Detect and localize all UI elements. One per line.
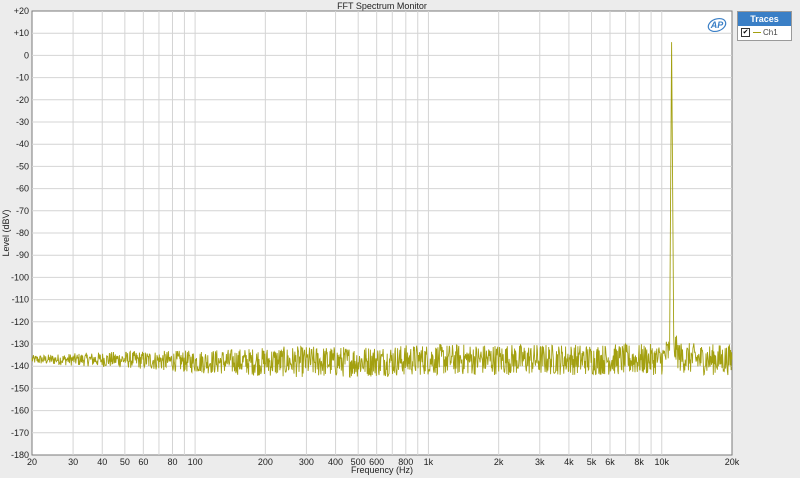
y-tick-label: -30	[16, 117, 29, 127]
x-tick-label: 300	[299, 457, 314, 467]
x-tick-label: 200	[258, 457, 273, 467]
grid-lines	[32, 11, 732, 455]
x-axis-label: Frequency (Hz)	[351, 465, 413, 475]
x-tick-label: 4k	[564, 457, 574, 467]
traces-panel: Traces ✔ Ch1	[737, 11, 792, 41]
x-tick-label: 60	[138, 457, 148, 467]
y-tick-label: 0	[24, 50, 29, 60]
x-tick-label: 2k	[494, 457, 504, 467]
y-tick-label: -120	[11, 317, 29, 327]
y-tick-label: -140	[11, 361, 29, 371]
y-tick-label: -110	[12, 295, 29, 305]
y-tick-label: -100	[11, 272, 29, 282]
y-tick-label: -60	[16, 184, 29, 194]
y-tick-label: -70	[16, 206, 29, 216]
x-tick-label: 40	[97, 457, 107, 467]
traces-header: Traces	[738, 12, 791, 26]
trace-color-swatch	[753, 32, 761, 33]
x-tick-label: 5k	[587, 457, 597, 467]
x-tick-label: 100	[188, 457, 203, 467]
x-tick-label: 20k	[725, 457, 740, 467]
x-tick-label: 1k	[424, 457, 434, 467]
trace-label: Ch1	[763, 28, 778, 37]
y-tick-label: -10	[16, 73, 29, 83]
x-tick-label: 20	[27, 457, 37, 467]
x-tick-label: 10k	[655, 457, 670, 467]
x-tick-label: 400	[328, 457, 343, 467]
x-tick-label: 50	[120, 457, 130, 467]
x-tick-label: 30	[68, 457, 78, 467]
y-tick-label: -130	[11, 339, 29, 349]
trace-item-ch1[interactable]: ✔ Ch1	[738, 26, 791, 39]
y-tick-label: +20	[14, 6, 29, 16]
y-tick-label: -50	[16, 161, 29, 171]
y-tick-label: -170	[11, 428, 29, 438]
y-tick-label: +10	[14, 28, 29, 38]
y-tick-labels: +20 +10 0 -10 -20 -30 -40 -50 -60 -70 -80 -90 -100 -1…	[11, 6, 29, 460]
chart-title: FFT Spectrum Monitor	[337, 1, 427, 11]
y-tick-label: -150	[11, 383, 29, 393]
x-tick-label: 6k	[605, 457, 615, 467]
y-tick-label: -90	[16, 250, 29, 260]
y-tick-label: -40	[16, 139, 29, 149]
y-tick-label: -160	[11, 406, 29, 416]
trace-checkbox[interactable]: ✔	[741, 28, 750, 37]
y-axis-label: Level (dBV)	[1, 209, 11, 256]
x-tick-label: 3k	[535, 457, 545, 467]
y-tick-label: -80	[16, 228, 29, 238]
x-tick-label: 80	[167, 457, 177, 467]
y-tick-label: -20	[16, 95, 29, 105]
ap-logo-text: AP	[710, 20, 724, 30]
fft-chart: FFT Spectrum Monitor +20 +10 0 -10 -20 -30 -40…	[1, 1, 740, 475]
x-tick-label: 8k	[634, 457, 644, 467]
